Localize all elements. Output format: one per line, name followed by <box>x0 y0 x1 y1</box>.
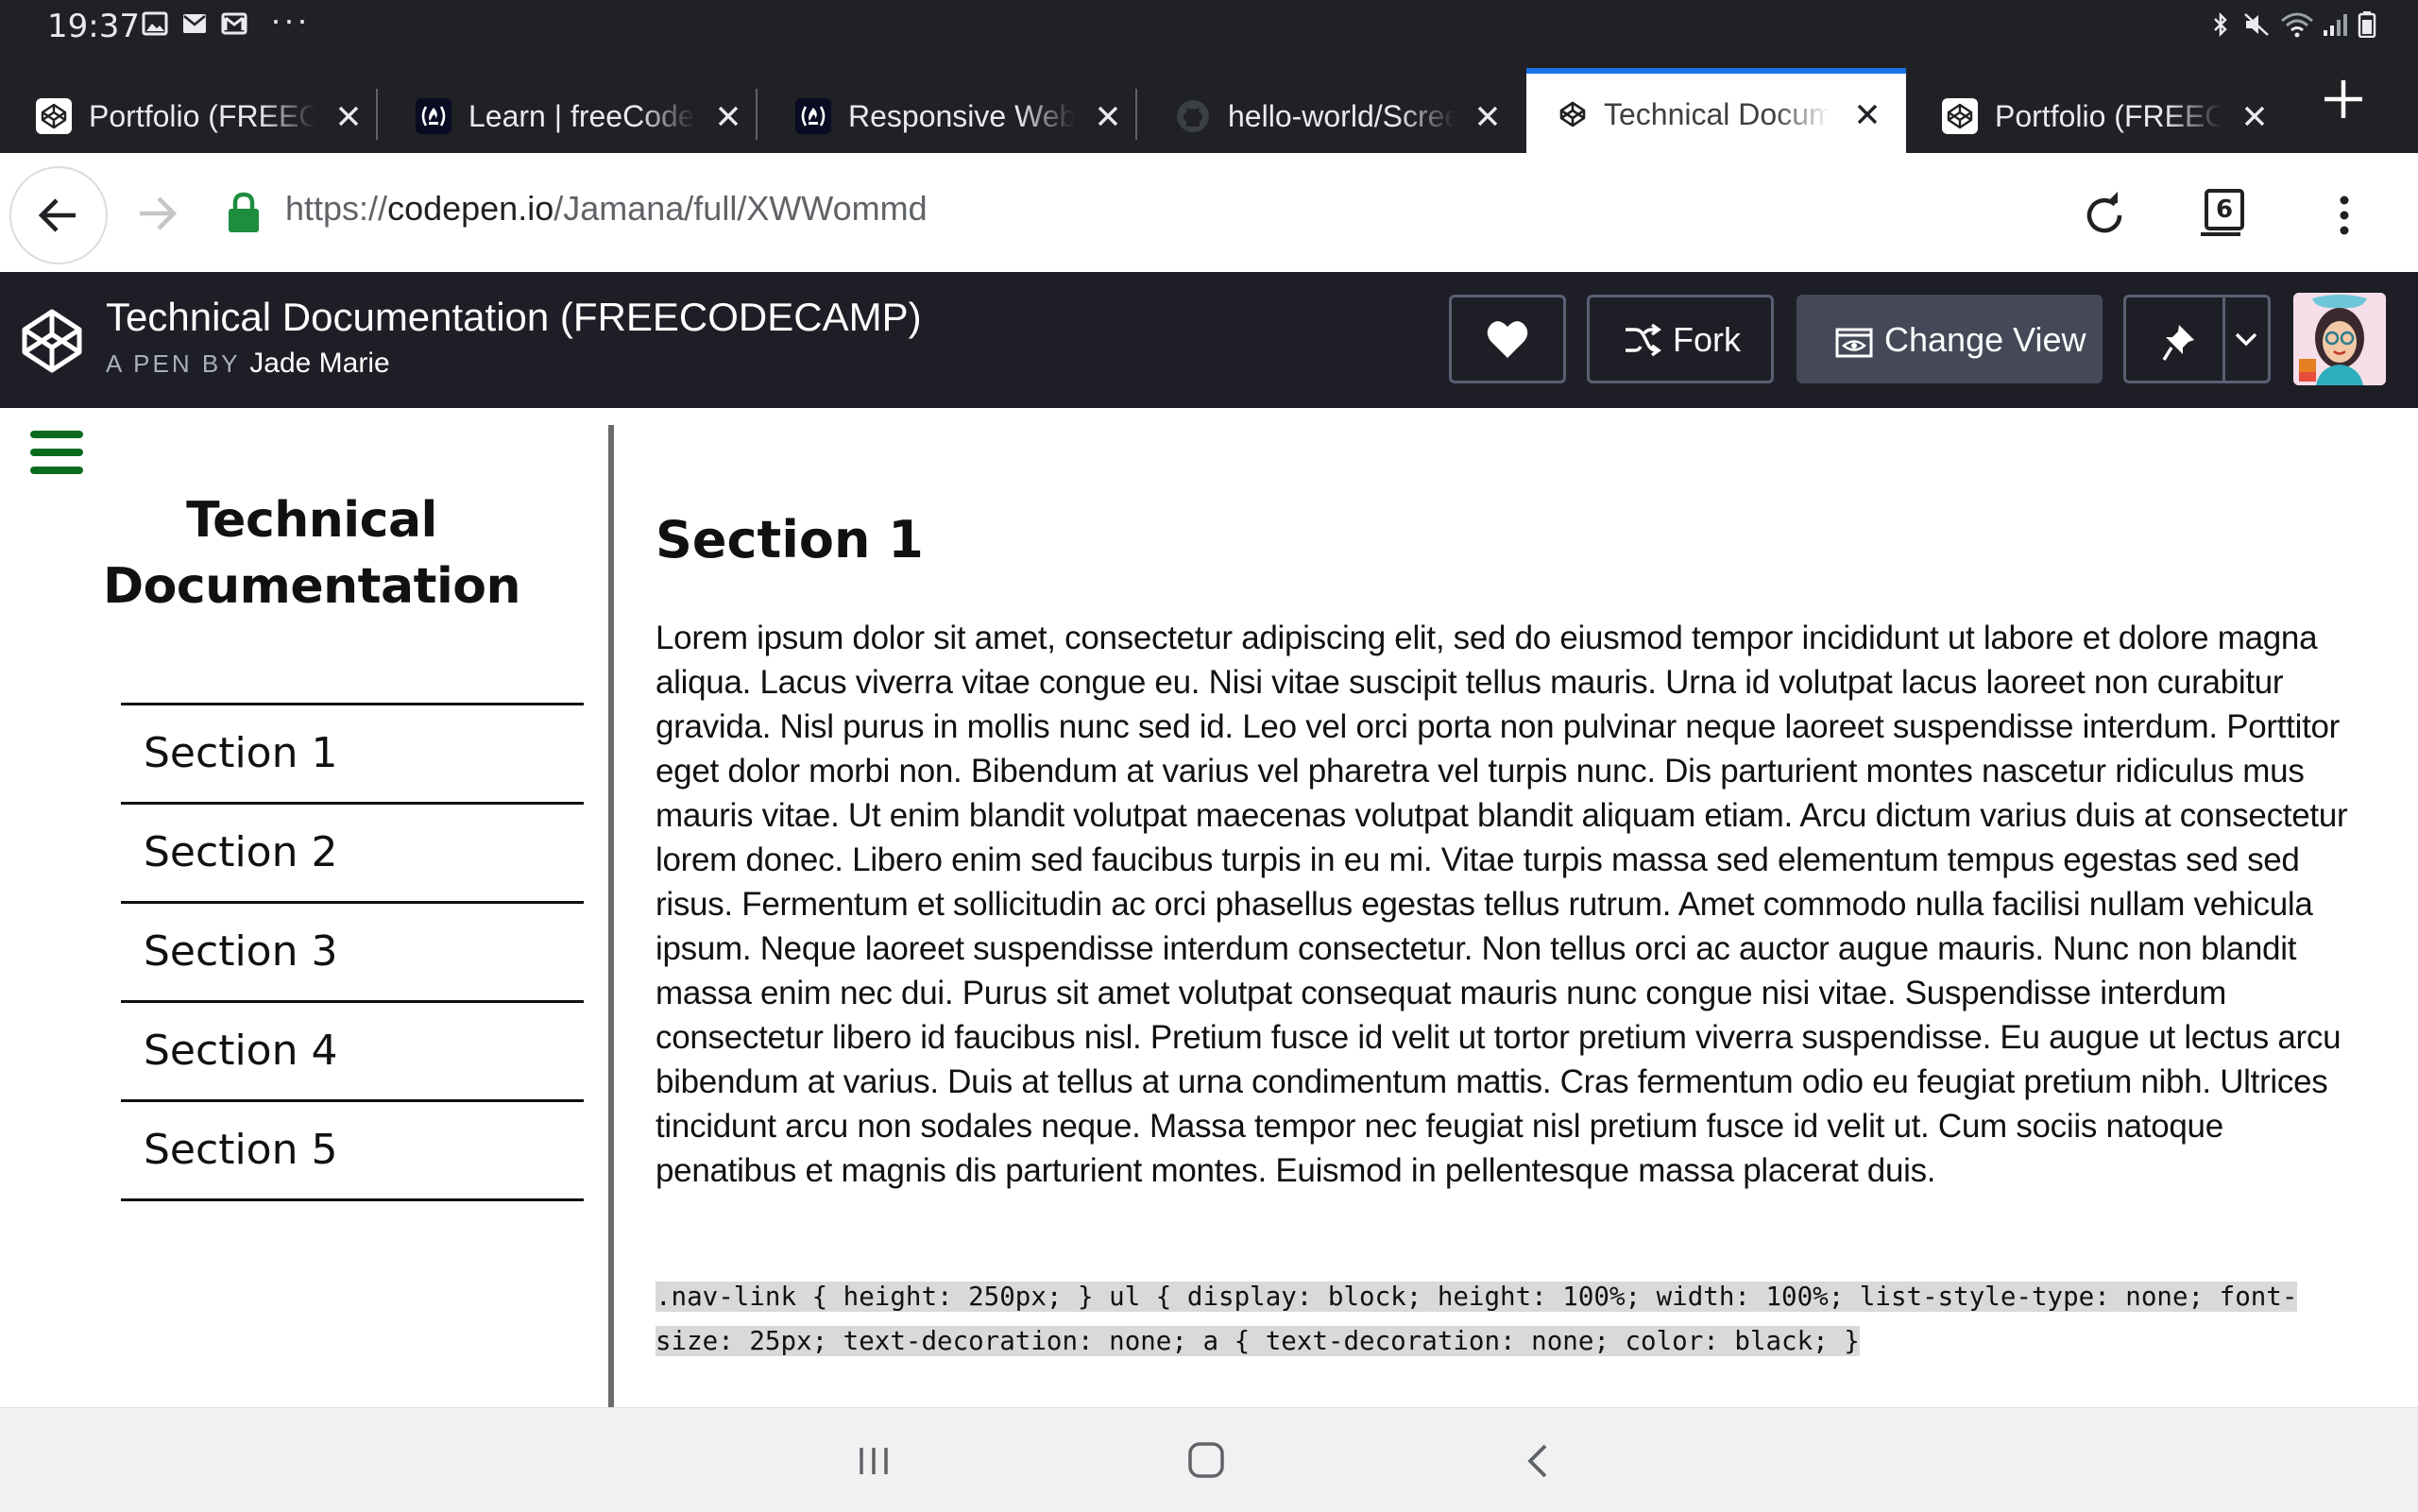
change-view-label: Change View <box>1884 320 2086 359</box>
user-avatar[interactable] <box>2293 293 2386 385</box>
pen-author-link[interactable]: Jade Marie <box>249 348 389 379</box>
wifi-icon <box>2281 12 2313 38</box>
more-menu-icon[interactable] <box>2325 187 2363 244</box>
close-tab-icon[interactable] <box>2239 100 2271 132</box>
arrow-left-icon <box>38 198 76 232</box>
back-nav-icon[interactable] <box>1515 1440 1562 1482</box>
pin-icon <box>2162 325 2194 361</box>
nav-link-section-4[interactable]: Section 4 <box>121 1003 584 1102</box>
chevron-down-icon[interactable] <box>2234 330 2258 348</box>
lock-icon <box>229 192 259 232</box>
hamburger-menu-icon[interactable] <box>30 429 83 476</box>
tab-separator <box>376 89 378 140</box>
reload-button[interactable] <box>2078 189 2131 242</box>
system-nav-bar <box>0 1407 2418 1512</box>
signal-icon <box>2324 14 2347 36</box>
github-icon <box>1177 100 1209 132</box>
button-divider <box>2222 297 2225 381</box>
tab-title: Portfolio (FREECODECAMP) <box>89 99 315 133</box>
address-bar: https://codepen.io/Jamana/full/XWWommd 6 <box>0 153 2418 274</box>
nav-link-label: Section 2 <box>144 828 338 876</box>
gmail-notification-icon <box>221 12 247 35</box>
url-field[interactable]: https://codepen.io/Jamana/full/XWWommd <box>285 189 928 229</box>
close-tab-icon[interactable] <box>712 100 744 132</box>
tab-title: hello-world/Screenshot <box>1228 99 1455 133</box>
tab-separator <box>756 89 758 140</box>
tab-title: Portfolio (FREECODECAMP) <box>1995 99 2222 133</box>
email-notification-icon <box>183 14 206 33</box>
pen-byline: A PEN BY Jade Marie <box>106 348 390 380</box>
sidebar-divider <box>608 425 614 1407</box>
pen-by-label: A PEN BY <box>106 349 241 378</box>
url-host: codepen.io <box>387 189 554 228</box>
nav-link-section-3[interactable]: Section 3 <box>121 904 584 1003</box>
home-icon[interactable] <box>1183 1440 1230 1482</box>
tab-portfolio-1[interactable]: Portfolio (FREECODECAMP) <box>0 70 378 153</box>
mute-icon <box>2244 13 2269 36</box>
tab-title: Responsive Web Design <box>848 99 1075 133</box>
close-tab-icon[interactable] <box>332 100 365 132</box>
recent-apps-icon[interactable] <box>850 1440 897 1482</box>
change-view-button[interactable]: Change View <box>1796 295 2103 383</box>
freecodecamp-icon <box>795 98 831 134</box>
tab-learn-freecodecamp[interactable]: Learn | freeCodeCamp.org <box>380 70 758 153</box>
status-bar: 19:37 ··· <box>0 0 2418 49</box>
pin-button[interactable] <box>2123 295 2271 383</box>
close-tab-icon[interactable] <box>1851 98 1883 130</box>
close-tab-icon[interactable] <box>1092 100 1124 132</box>
battery-icon <box>2358 11 2376 38</box>
eye-window-icon <box>1835 328 1873 358</box>
more-notifications-icon: ··· <box>270 0 310 39</box>
tab-strip: Portfolio (FREECODECAMP) Learn | freeCod… <box>0 49 2418 153</box>
tab-technical-documentation[interactable]: Technical Documentation <box>1526 68 1906 153</box>
love-button[interactable] <box>1449 295 1566 383</box>
tab-title: Technical Documentation <box>1604 97 1831 131</box>
page-content: Technical Documentation Section 1 Sectio… <box>0 408 2418 1407</box>
tab-title: Learn | freeCodeCamp.org <box>468 99 695 133</box>
code-snippet: .nav-link { height: 250px; } ul { displa… <box>656 1275 2367 1364</box>
heart-icon <box>1487 321 1528 358</box>
codepen-icon <box>1942 98 1978 134</box>
nav-link-label: Section 3 <box>144 927 338 976</box>
section-paragraph: Lorem ipsum dolor sit amet, consectetur … <box>656 620 2348 1189</box>
tab-separator <box>1135 89 1137 140</box>
codepen-logo-icon[interactable] <box>17 306 87 376</box>
back-button[interactable] <box>9 166 108 264</box>
nav-link-section-2[interactable]: Section 2 <box>121 805 584 904</box>
tab-hello-world-github[interactable]: hello-world/Screenshot <box>1139 70 1517 153</box>
tab-portfolio-2[interactable]: Portfolio (FREECODECAMP) <box>1906 70 2284 153</box>
avatar-image-icon <box>2293 293 2386 385</box>
code-text: .nav-link { height: 250px; } ul { displa… <box>656 1282 2298 1356</box>
url-scheme: https:// <box>285 189 388 228</box>
bluetooth-icon <box>2214 11 2227 38</box>
codepen-icon <box>1559 101 1586 127</box>
status-time: 19:37 <box>47 8 140 45</box>
section-heading: Section 1 <box>656 510 924 569</box>
fork-icon <box>1626 323 1661 357</box>
nav-link-label: Section 5 <box>144 1126 338 1174</box>
freecodecamp-icon <box>416 98 451 134</box>
gallery-notification-icon <box>142 11 168 36</box>
nav-title: Technical Documentation <box>102 492 521 615</box>
nav-link-section-5[interactable]: Section 5 <box>121 1102 584 1201</box>
codepen-header: Technical Documentation (FREECODECAMP) A… <box>0 272 2418 408</box>
pen-title: Technical Documentation (FREECODECAMP) <box>106 295 922 339</box>
close-tab-icon[interactable] <box>1472 100 1504 132</box>
url-path: /Jamana/full/XWWommd <box>553 189 928 228</box>
fork-label: Fork <box>1673 320 1741 359</box>
forward-button[interactable] <box>132 187 185 240</box>
codepen-icon <box>36 98 72 134</box>
new-tab-icon[interactable] <box>2320 76 2367 123</box>
tab-responsive-web-design[interactable]: Responsive Web Design <box>759 70 1137 153</box>
nav-link-section-1[interactable]: Section 1 <box>121 705 584 805</box>
nav-list: Section 1 Section 2 Section 3 Section 4 … <box>121 703 584 1201</box>
tab-switcher-button[interactable]: 6 <box>2201 189 2244 236</box>
fork-button[interactable]: Fork <box>1587 295 1774 383</box>
nav-link-label: Section 1 <box>144 729 338 777</box>
nav-link-label: Section 4 <box>144 1027 338 1075</box>
